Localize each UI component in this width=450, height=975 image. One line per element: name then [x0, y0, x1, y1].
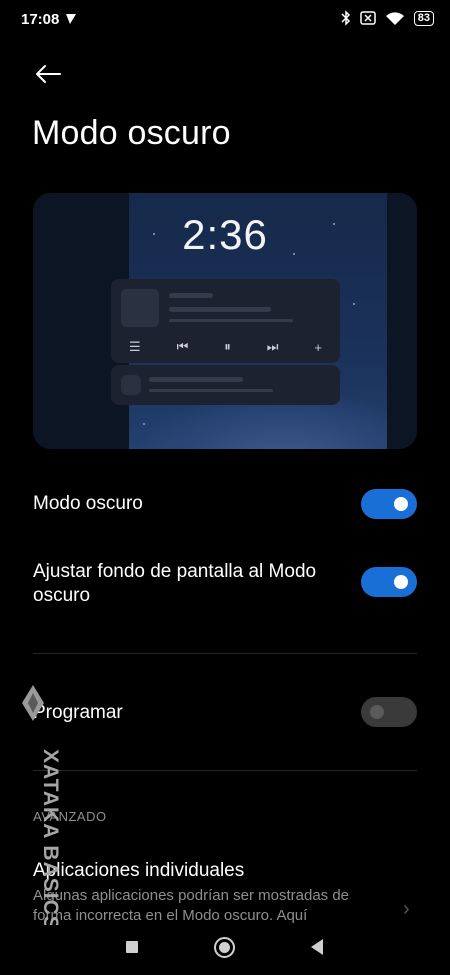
preview-media-controls: ☰ ⏮ ⏸ ⏭ +	[111, 337, 340, 357]
wifi-icon	[385, 11, 404, 25]
next-icon: ⏭	[266, 339, 279, 354]
nav-back-button[interactable]	[311, 939, 323, 955]
individual-apps-subtitle: Algunas aplicaciones podrían ser mostrad…	[33, 887, 350, 924]
preview-notification-card	[111, 365, 340, 405]
dark-mode-preview: 2:36 ☰ ⏮ ⏸ ⏭ +	[33, 193, 417, 449]
preview-clock: 2:36	[182, 211, 268, 258]
xataka-logo-icon	[22, 685, 44, 721]
adjust-wallpaper-toggle[interactable]	[361, 567, 417, 597]
previous-icon: ⏮	[176, 339, 189, 354]
adjust-wallpaper-label-line2: oscuro	[33, 585, 91, 606]
schedule-toggle[interactable]	[361, 697, 417, 727]
status-icons: 83	[341, 10, 434, 26]
playlist-icon: ☰	[128, 339, 141, 354]
status-time: 17:08	[21, 11, 60, 28]
adjust-wallpaper-label-line1: Ajustar fondo de pantalla al Modo	[33, 561, 317, 582]
back-arrow-icon	[36, 65, 61, 83]
toggle-knob	[370, 705, 384, 719]
page-title: Modo oscuro	[32, 114, 231, 152]
chevron-right-icon[interactable]: ›	[403, 898, 410, 921]
bluetooth-icon	[341, 10, 350, 26]
preview-media-card: ☰ ⏮ ⏸ ⏭ +	[111, 279, 340, 363]
preview-album-art	[121, 289, 159, 327]
individual-apps-title[interactable]: Aplicaciones individuales	[33, 860, 244, 882]
home-button[interactable]	[214, 937, 235, 958]
plus-icon: +	[314, 339, 323, 355]
status-bar: 17:08 83	[0, 0, 450, 40]
pause-icon: ⏸	[224, 339, 231, 354]
dark-mode-toggle[interactable]	[361, 489, 417, 519]
toggle-knob	[394, 497, 408, 511]
adjust-wallpaper-label: Ajustar fondo de pantalla al Modo oscuro	[33, 560, 353, 608]
notification-icon	[66, 14, 76, 24]
divider	[33, 653, 417, 654]
no-sim-icon	[360, 11, 376, 25]
divider	[33, 770, 417, 771]
recents-button[interactable]	[126, 941, 138, 953]
toggle-knob	[394, 575, 408, 589]
back-button[interactable]	[30, 56, 66, 92]
dark-mode-label: Modo oscuro	[33, 493, 143, 514]
watermark-text: XATAKA BASICS	[39, 749, 62, 931]
battery-icon: 83	[413, 10, 434, 26]
